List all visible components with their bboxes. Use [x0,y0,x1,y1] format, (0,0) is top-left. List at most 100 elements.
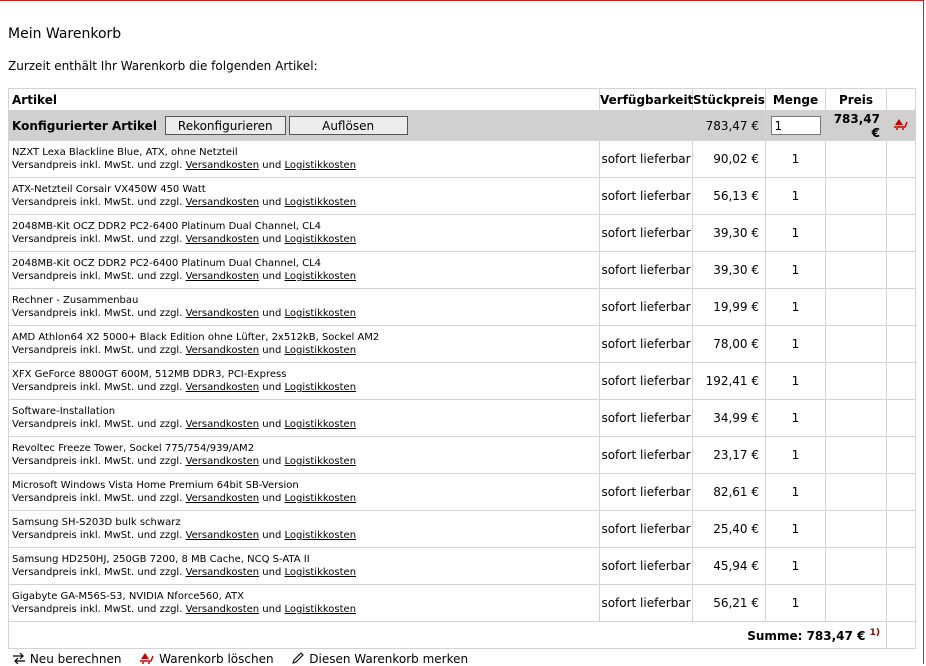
header-actions [886,88,916,111]
item-quantity: 1 [765,362,826,400]
shipping-and: und [262,604,282,615]
item-action-empty [886,436,916,474]
item-action-empty [886,547,916,585]
shipping-costs-link[interactable]: Versandkosten [186,604,260,615]
item-quantity: 1 [765,436,826,474]
page-title: Mein Warenkorb [8,26,122,42]
table-row: Microsoft Windows Vista Home Premium 64b… [8,473,916,511]
dissolve-button[interactable]: Auflösen [288,116,408,135]
shipping-prefix: Versandpreis inkl. MwSt. und zzgl. [12,493,183,504]
shipping-and: und [262,308,282,319]
shipping-costs-link[interactable]: Versandkosten [186,234,260,245]
item-unit-price: 45,94 € [692,547,766,585]
shipping-costs-link[interactable]: Versandkosten [186,345,260,356]
shipping-costs-link[interactable]: Versandkosten [186,493,260,504]
table-row: Software-Installation Versandpreis inkl. … [8,399,916,437]
item-total-empty [825,214,887,252]
shipping-and: und [262,419,282,430]
item-total-empty [825,399,887,437]
item-name: Revoltec Freeze Tower, Sockel 775/754/93… [12,443,255,454]
reconfigure-button[interactable]: Rekonfigurieren [164,116,286,135]
logistics-costs-link[interactable]: Logistikkosten [285,530,357,541]
recalculate-action[interactable]: Neu berechnen [12,652,121,666]
shipping-costs-link[interactable]: Versandkosten [186,271,260,282]
config-availability-cell [599,110,693,141]
table-row: ATX-Netzteil Corsair VX450W 450 Watt Vers… [8,177,916,215]
item-name: NZXT Lexa Blackline Blue, ATX, ohne Netz… [12,147,238,158]
item-unit-price: 39,30 € [692,214,766,252]
logistics-costs-link[interactable]: Logistikkosten [285,234,357,245]
header-preis: Preis [825,88,887,111]
config-label-cell: Konfigurierter Artikel Rekonfigurieren A… [8,110,600,141]
shipping-and: und [262,197,282,208]
logistics-costs-link[interactable]: Logistikkosten [285,308,357,319]
configured-article-row: Konfigurierter Artikel Rekonfigurieren A… [8,110,916,141]
cart-remove-icon[interactable] [893,119,909,133]
shipping-and: und [262,382,282,393]
sum-cell: Summe: 783,47 € 1) [8,621,887,649]
config-total-price: 783,47 € [825,110,887,141]
item-availability: sofort lieferbar [599,547,693,585]
logistics-costs-link[interactable]: Logistikkosten [285,197,357,208]
logistics-costs-link[interactable]: Logistikkosten [285,604,357,615]
item-unit-price: 56,13 € [692,177,766,215]
table-row: Samsung HD250HJ, 250GB 7200, 8 MB Cache,… [8,547,916,585]
item-total-empty [825,140,887,178]
shipping-costs-link[interactable]: Versandkosten [186,160,260,171]
logistics-costs-link[interactable]: Logistikkosten [285,160,357,171]
item-unit-price: 39,30 € [692,251,766,289]
recalculate-icon [12,652,30,666]
table-header-row: Artikel Verfügbarkeit Stückpreis Menge P… [8,88,916,111]
item-description-cell: AMD Athlon64 X2 5000+ Black Edition ohne… [8,325,600,363]
logistics-costs-link[interactable]: Logistikkosten [285,382,357,393]
item-description-cell: Samsung HD250HJ, 250GB 7200, 8 MB Cache,… [8,547,600,585]
table-row: Rechner - Zusammenbau Versandpreis inkl. … [8,288,916,326]
shipping-prefix: Versandpreis inkl. MwSt. und zzgl. [12,604,183,615]
sum-footnote[interactable]: 1) [870,628,880,638]
cart-delete-icon [139,652,159,666]
logistics-costs-link[interactable]: Logistikkosten [285,456,357,467]
shipping-prefix: Versandpreis inkl. MwSt. und zzgl. [12,419,183,430]
logistics-costs-link[interactable]: Logistikkosten [285,345,357,356]
item-quantity: 1 [765,251,826,289]
shipping-prefix: Versandpreis inkl. MwSt. und zzgl. [12,456,183,467]
shipping-costs-link[interactable]: Versandkosten [186,382,260,393]
sum-row: Summe: 783,47 € 1) [8,621,916,649]
item-action-empty [886,140,916,178]
logistics-costs-link[interactable]: Logistikkosten [285,493,357,504]
save-cart-action[interactable]: Diesen Warenkorb merken [291,652,468,666]
item-total-empty [825,547,887,585]
clear-cart-action[interactable]: Warenkorb löschen [139,652,274,666]
quantity-input[interactable] [770,116,821,135]
item-quantity: 1 [765,214,826,252]
header-menge: Menge [765,88,826,111]
item-unit-price: 25,40 € [692,510,766,548]
header-verfuegbarkeit: Verfügbarkeit [599,88,693,111]
item-quantity: 1 [765,584,826,622]
shipping-costs-link[interactable]: Versandkosten [186,456,260,467]
shipping-costs-link[interactable]: Versandkosten [186,308,260,319]
shipping-costs-link[interactable]: Versandkosten [186,197,260,208]
shipping-and: und [262,456,282,467]
item-shipping-note: Versandpreis inkl. MwSt. und zzgl. Versa… [12,492,599,505]
shipping-prefix: Versandpreis inkl. MwSt. und zzgl. [12,567,183,578]
shipping-and: und [262,530,282,541]
config-quantity-cell [765,110,826,141]
item-action-empty [886,399,916,437]
logistics-costs-link[interactable]: Logistikkosten [285,567,357,578]
table-row: Gigabyte GA-M56S-S3, NVIDIA Nforce560, A… [8,584,916,622]
shipping-costs-link[interactable]: Versandkosten [186,567,260,578]
logistics-costs-link[interactable]: Logistikkosten [285,271,357,282]
shipping-costs-link[interactable]: Versandkosten [186,419,260,430]
shipping-costs-link[interactable]: Versandkosten [186,530,260,541]
item-action-empty [886,251,916,289]
item-availability: sofort lieferbar [599,325,693,363]
table-row: XFX GeForce 8800GT 600M, 512MB DDR3, PCI… [8,362,916,400]
item-shipping-note: Versandpreis inkl. MwSt. und zzgl. Versa… [12,159,599,172]
item-unit-price: 192,41 € [692,362,766,400]
item-availability: sofort lieferbar [599,473,693,511]
shipping-and: und [262,160,282,171]
sum-value: 783,47 € [806,628,866,643]
table-row: 2048MB-Kit OCZ DDR2 PC2-6400 Platinum Du… [8,214,916,252]
logistics-costs-link[interactable]: Logistikkosten [285,419,357,430]
